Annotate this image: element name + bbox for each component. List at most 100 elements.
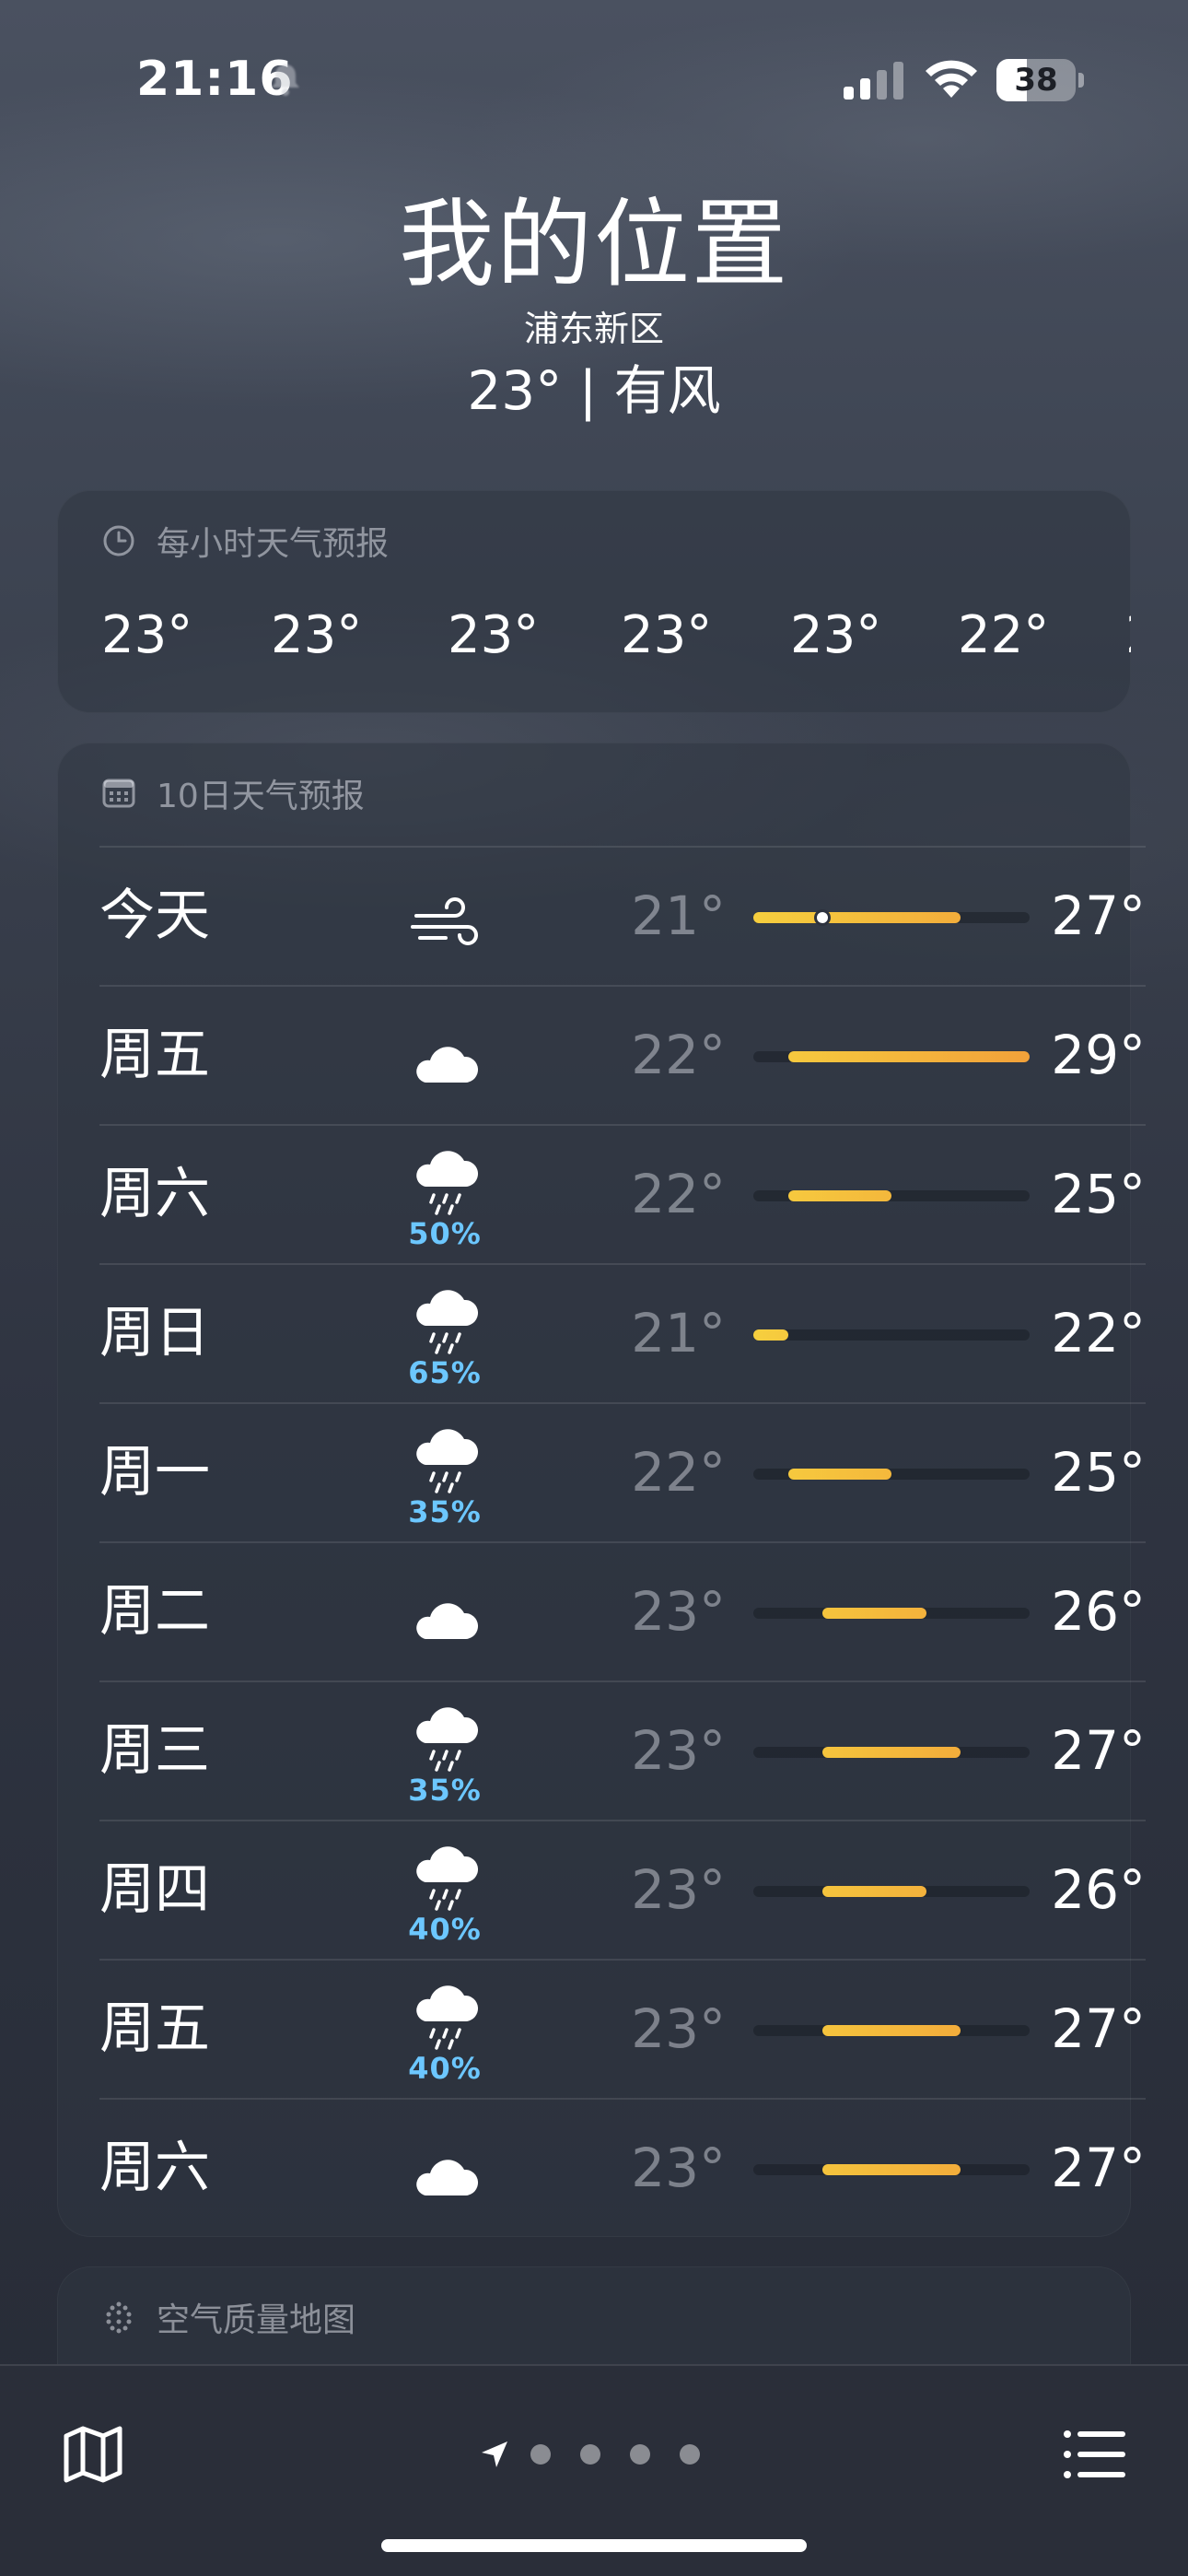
page-dot[interactable] bbox=[630, 2444, 650, 2465]
day-name: 周三 bbox=[99, 1718, 210, 1783]
temp-range-track bbox=[753, 1190, 1030, 1201]
precip-chance: 35% bbox=[408, 1773, 482, 1808]
day-name: 周日 bbox=[99, 1301, 210, 1365]
wifi-icon bbox=[926, 60, 977, 98]
temp-range-bar bbox=[822, 2025, 961, 2036]
temp-range-bar bbox=[787, 1051, 1030, 1062]
cloud-rain-icon bbox=[416, 1429, 479, 1493]
temp-range-track bbox=[753, 1747, 1030, 1758]
temp-range-bar bbox=[822, 1747, 961, 1758]
page-dot[interactable] bbox=[530, 2444, 551, 2465]
temp-range-track bbox=[753, 909, 1030, 926]
cloud-icon bbox=[416, 1047, 479, 1083]
high-temp: 22° bbox=[1051, 1302, 1146, 1364]
low-temp: 23° bbox=[631, 1858, 726, 1921]
cloud-rain-icon bbox=[416, 1985, 479, 2050]
high-temp: 26° bbox=[1051, 1580, 1146, 1643]
temp-range-bar bbox=[822, 1608, 926, 1619]
low-temp: 21° bbox=[631, 1302, 726, 1364]
high-temp: 27° bbox=[1051, 1997, 1146, 2060]
hourly-temps-row[interactable]: 23° 23° 23° 23° 23° 22° 2 bbox=[57, 599, 1131, 673]
hourly-temp: 23° bbox=[271, 605, 363, 665]
battery-icon: 38 bbox=[996, 59, 1085, 101]
cloud-icon bbox=[416, 1603, 479, 1639]
map-icon[interactable] bbox=[61, 2421, 125, 2486]
day-name: 周五 bbox=[99, 1996, 210, 2061]
temp-range-track bbox=[753, 2164, 1030, 2175]
day-name: 周六 bbox=[99, 1162, 210, 1226]
low-temp: 22° bbox=[631, 1163, 726, 1225]
current-temp-dot bbox=[814, 909, 831, 926]
daily-forecast-row[interactable]: 周三 35% 23° 27° bbox=[99, 1680, 1146, 1820]
hourly-temp: 23° bbox=[621, 605, 713, 665]
daily-forecast-title: 10日天气预报 bbox=[157, 778, 365, 815]
location-header: 我的位置 浦东新区 23° | 有风 bbox=[0, 184, 1188, 427]
calendar-icon bbox=[102, 779, 135, 808]
hourly-temp: 23° bbox=[448, 605, 540, 665]
cloud-rain-icon bbox=[416, 1290, 479, 1354]
page-dot[interactable] bbox=[580, 2444, 600, 2465]
precip-chance: 65% bbox=[408, 1355, 482, 1390]
daily-forecast-row[interactable]: 周一 35% 22° 25° bbox=[99, 1402, 1146, 1541]
cloud-rain-icon bbox=[416, 1707, 479, 1772]
air-quality-icon bbox=[106, 2301, 132, 2334]
low-temp: 22° bbox=[631, 1024, 726, 1086]
hourly-forecast-title: 每小时天气预报 bbox=[157, 525, 390, 563]
cellular-signal-icon bbox=[844, 62, 903, 100]
high-temp: 29° bbox=[1051, 1024, 1146, 1086]
temp-range-track bbox=[753, 1469, 1030, 1480]
high-temp: 27° bbox=[1051, 1719, 1146, 1782]
hourly-forecast-card[interactable]: 每小时天气预报 23° 23° 23° 23° 23° 22° 2 bbox=[57, 490, 1131, 713]
daily-forecast-row[interactable]: 周六 23° 27° bbox=[99, 2098, 1146, 2237]
temp-range-bar bbox=[787, 1190, 891, 1201]
temp-range-bar bbox=[753, 1329, 788, 1341]
temp-range-bar bbox=[753, 912, 961, 923]
wind-icon bbox=[411, 897, 478, 945]
daily-forecast-row[interactable]: 周日 65% 21° 22° bbox=[99, 1263, 1146, 1402]
hourly-temp: 23° bbox=[790, 605, 882, 665]
day-name: 周四 bbox=[99, 1857, 210, 1922]
daily-forecast-row[interactable]: 周二 23° 26° bbox=[99, 1541, 1146, 1680]
high-temp: 27° bbox=[1051, 2137, 1146, 2199]
temp-range-track bbox=[753, 1051, 1030, 1062]
page-dot[interactable] bbox=[680, 2444, 700, 2465]
temp-range-track bbox=[753, 1886, 1030, 1897]
status-bar: 21:16 38 bbox=[0, 0, 1188, 157]
day-name: 周一 bbox=[99, 1440, 210, 1505]
hourly-forecast-header: 每小时天气预报 bbox=[101, 518, 389, 564]
list-icon[interactable] bbox=[1063, 2427, 1127, 2482]
clock-icon bbox=[103, 525, 134, 556]
day-name: 周六 bbox=[99, 2136, 210, 2200]
daily-forecast-row[interactable]: 今天 21° 27° bbox=[99, 846, 1146, 985]
hourly-temp: 22° bbox=[958, 605, 1050, 665]
home-indicator[interactable] bbox=[381, 2539, 807, 2552]
temp-range-bar bbox=[822, 2164, 961, 2175]
low-temp: 21° bbox=[631, 884, 726, 947]
battery-cap bbox=[1078, 73, 1084, 88]
low-temp: 23° bbox=[631, 1719, 726, 1782]
battery-level: 38 bbox=[1014, 62, 1058, 99]
air-quality-header: 空气质量地图 bbox=[101, 2294, 355, 2340]
day-name: 周五 bbox=[99, 1023, 210, 1087]
daily-forecast-card[interactable]: 10日天气预报 今天 21° 27° 周五 22° 29° 周六 50% 22° 25° 周日 65%… bbox=[57, 743, 1146, 2237]
cloud-rain-icon bbox=[416, 1846, 479, 1911]
low-temp: 23° bbox=[631, 1997, 726, 2060]
precip-chance: 40% bbox=[408, 2051, 482, 2086]
daily-forecast-row[interactable]: 周五 40% 23° 27° bbox=[99, 1959, 1146, 2098]
day-name: 今天 bbox=[99, 884, 210, 948]
daily-forecast-row[interactable]: 周五 22° 29° bbox=[99, 985, 1146, 1124]
cloud-icon bbox=[416, 2160, 479, 2195]
page-indicator[interactable] bbox=[479, 2438, 729, 2471]
daily-forecast-row[interactable]: 周四 40% 23° 26° bbox=[99, 1820, 1146, 1959]
temp-range-bar bbox=[822, 1886, 926, 1897]
high-temp: 25° bbox=[1051, 1441, 1146, 1504]
air-quality-title: 空气质量地图 bbox=[157, 2301, 356, 2339]
high-temp: 25° bbox=[1051, 1163, 1146, 1225]
low-temp: 22° bbox=[631, 1441, 726, 1504]
daily-forecast-row[interactable]: 周六 50% 22° 25° bbox=[99, 1124, 1146, 1263]
bell-muted-icon bbox=[272, 64, 299, 96]
location-arrow-icon[interactable] bbox=[479, 2439, 510, 2470]
precip-chance: 35% bbox=[408, 1494, 482, 1529]
temp-range-track bbox=[753, 2025, 1030, 2036]
low-temp: 23° bbox=[631, 2137, 726, 2199]
